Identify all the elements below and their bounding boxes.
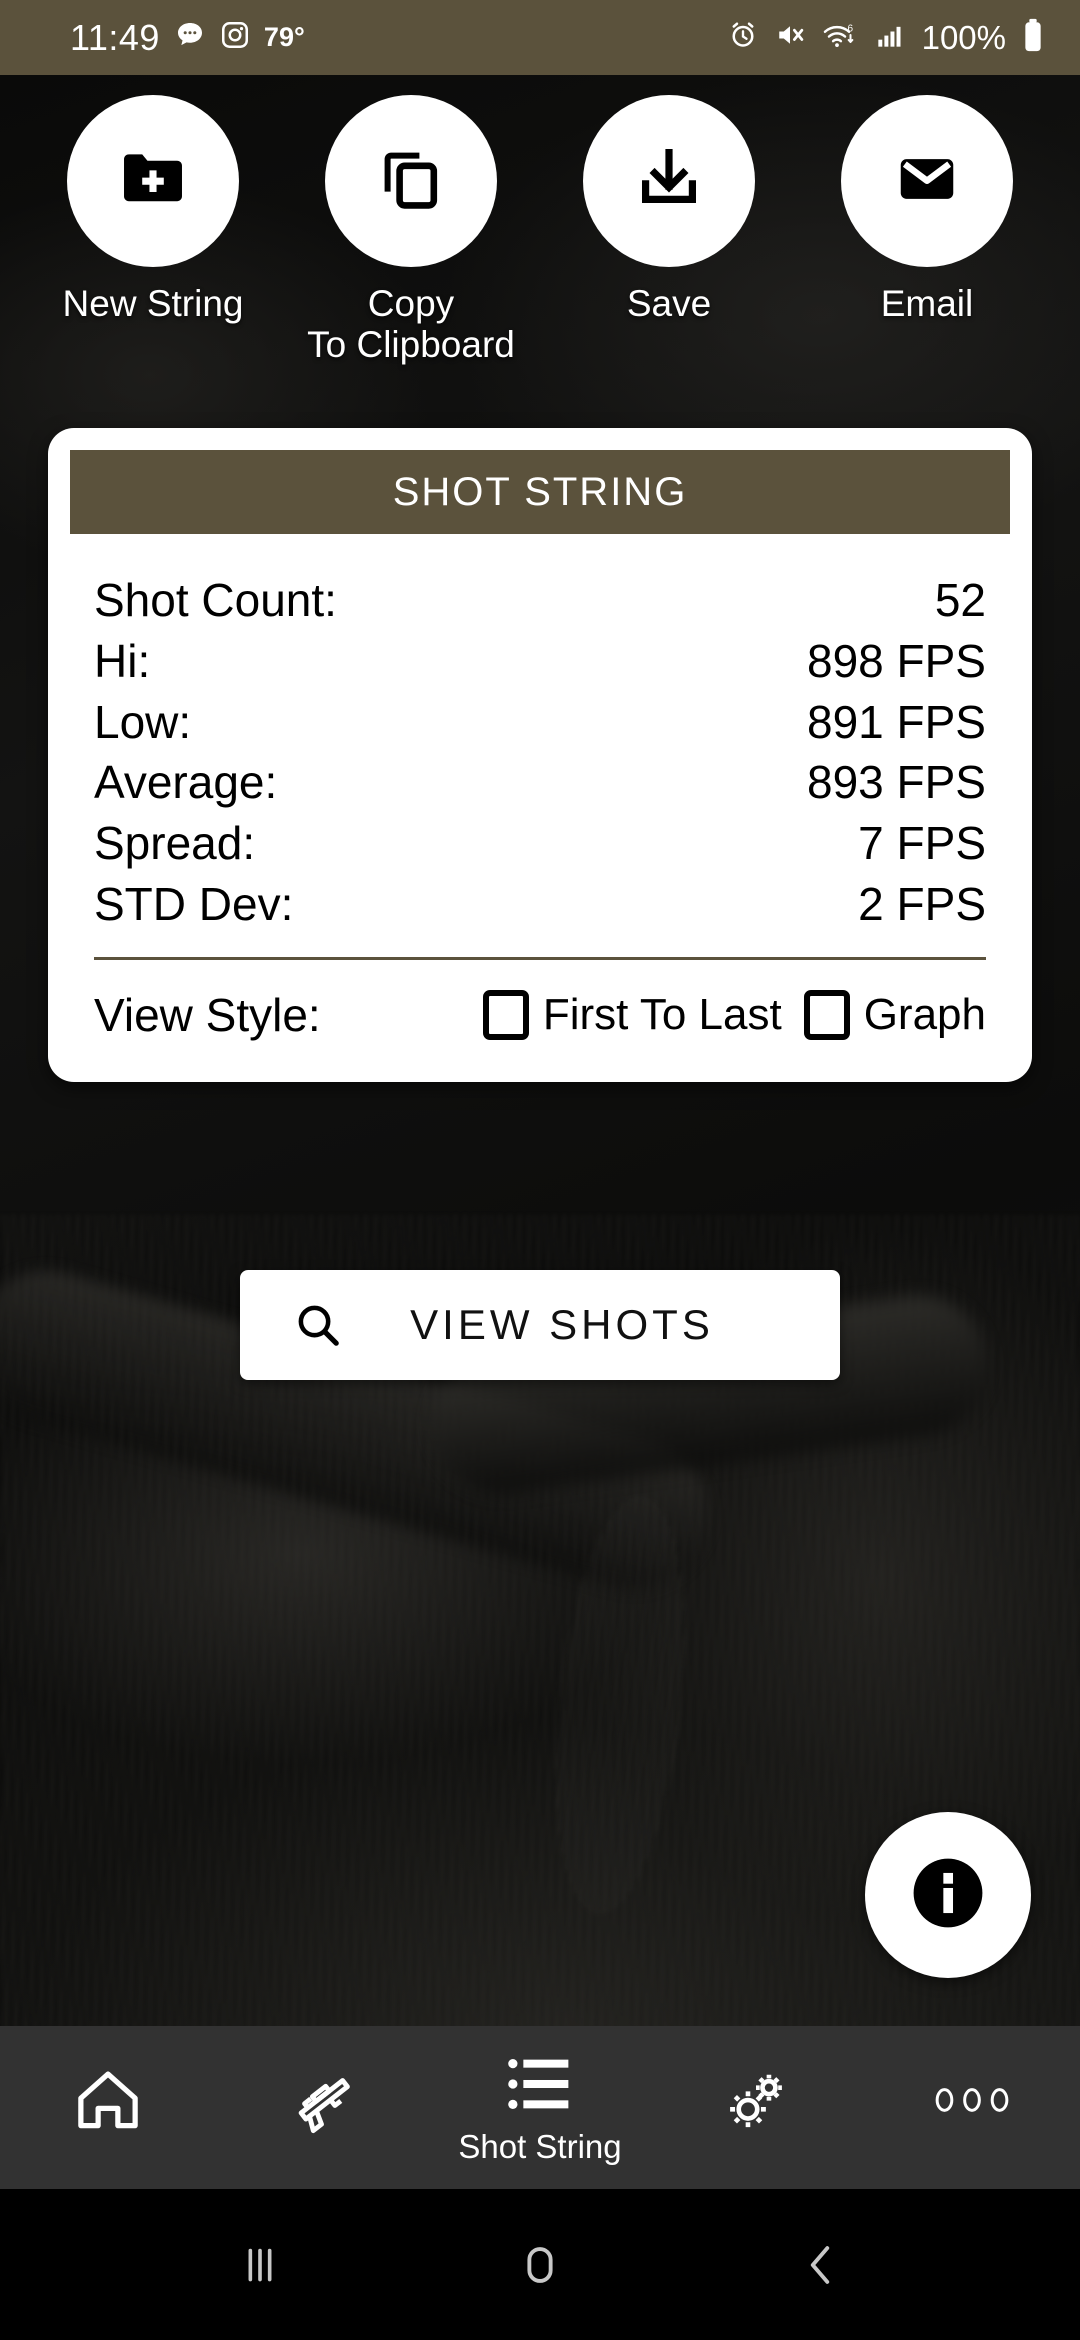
email-button-circle[interactable] bbox=[841, 95, 1013, 267]
view-style-row: View Style: First To Last Graph bbox=[70, 960, 1010, 1082]
first-to-last-checkbox[interactable] bbox=[482, 989, 529, 1040]
nav-item-settings[interactable] bbox=[648, 2026, 864, 2189]
shot-string-card: SHOT STRING Shot Count: 52 Hi: 898 FPS L… bbox=[48, 428, 1032, 1082]
view-style-option-graph[interactable]: Graph bbox=[803, 989, 986, 1040]
low-label: Low: bbox=[94, 695, 192, 748]
copy-icon bbox=[375, 143, 447, 220]
table-row: Average: 893 FPS bbox=[94, 752, 986, 813]
graph-label: Graph bbox=[863, 989, 986, 1039]
save-button-circle[interactable] bbox=[583, 95, 755, 267]
rifle-icon bbox=[285, 2061, 363, 2144]
low-value: 891 FPS bbox=[807, 695, 986, 748]
new-string-button-circle[interactable] bbox=[67, 95, 239, 267]
list-icon bbox=[503, 2053, 577, 2120]
gears-icon bbox=[719, 2063, 793, 2142]
new-string-button[interactable]: New String bbox=[38, 95, 268, 324]
nav-item-shot-string-label: Shot String bbox=[458, 2127, 622, 2165]
table-row: STD Dev: 2 FPS bbox=[94, 874, 986, 935]
info-icon bbox=[905, 1850, 991, 1941]
home-icon bbox=[71, 2063, 145, 2142]
action-button-row: New String Copy To Clipboard Save Email bbox=[0, 95, 1080, 366]
view-shots-label: VIEW SHOTS bbox=[410, 1301, 714, 1348]
email-button[interactable]: Email bbox=[812, 95, 1042, 324]
view-style-label: View Style: bbox=[94, 988, 321, 1041]
view-style-options: First To Last Graph bbox=[482, 989, 986, 1040]
bottom-navigation-bar: Shot String bbox=[0, 2026, 1080, 2189]
statistics-list: Shot Count: 52 Hi: 898 FPS Low: 891 FPS … bbox=[70, 534, 1010, 935]
status-bar-right: 6 100% bbox=[728, 18, 1044, 57]
card-title: SHOT STRING bbox=[392, 469, 688, 514]
spread-value: 7 FPS bbox=[858, 817, 986, 869]
nav-item-more[interactable] bbox=[864, 2026, 1080, 2189]
more-dots-icon bbox=[933, 2083, 1011, 2122]
new-string-label: New String bbox=[62, 283, 244, 324]
shot-count-value: 52 bbox=[934, 574, 986, 626]
first-to-last-label: First To Last bbox=[542, 989, 782, 1039]
spread-label: Spread: bbox=[94, 817, 256, 869]
card-header: SHOT STRING bbox=[70, 450, 1010, 534]
battery-percent: 100% bbox=[921, 18, 1006, 56]
save-button[interactable]: Save bbox=[554, 95, 784, 324]
battery-icon bbox=[1022, 18, 1044, 57]
status-time: 11:49 bbox=[70, 16, 160, 58]
recents-icon[interactable] bbox=[200, 2205, 320, 2325]
info-fab-button[interactable] bbox=[865, 1812, 1031, 1978]
graph-checkbox[interactable] bbox=[803, 989, 850, 1040]
hi-label: Hi: bbox=[94, 634, 151, 687]
copy-label-line2: To Clipboard bbox=[307, 324, 515, 366]
shot-count-label: Shot Count: bbox=[94, 574, 337, 626]
nav-item-home[interactable] bbox=[0, 2026, 216, 2189]
save-label: Save bbox=[626, 283, 712, 324]
chat-bubble-icon bbox=[174, 19, 206, 56]
email-label: Email bbox=[880, 283, 974, 324]
system-navigation-bar bbox=[0, 2189, 1080, 2340]
search-icon bbox=[292, 1299, 344, 1351]
download-save-icon bbox=[633, 143, 705, 220]
status-bar-left: 11:49 79° bbox=[70, 17, 305, 59]
std-dev-label: STD Dev: bbox=[94, 877, 294, 930]
view-style-option-first-to-last[interactable]: First To Last bbox=[482, 989, 782, 1040]
nav-item-shot-string[interactable]: Shot String bbox=[432, 2026, 648, 2189]
copy-label-line1: Copy bbox=[367, 283, 455, 324]
instagram-icon bbox=[220, 20, 250, 55]
view-shots-button[interactable]: VIEW SHOTS bbox=[240, 1270, 840, 1380]
table-row: Spread: 7 FPS bbox=[94, 813, 986, 874]
folder-plus-icon bbox=[116, 142, 190, 221]
status-temperature: 79° bbox=[263, 22, 305, 52]
average-value: 893 FPS bbox=[807, 756, 986, 809]
alarm-icon bbox=[728, 20, 758, 55]
background-photo bbox=[0, 75, 1080, 2115]
copy-to-clipboard-label: Copy To Clipboard bbox=[307, 283, 515, 366]
status-bar: 11:49 79° 6 100% bbox=[0, 0, 1080, 75]
copy-to-clipboard-button[interactable]: Copy To Clipboard bbox=[296, 95, 526, 366]
wifi-6-icon: 6 bbox=[822, 20, 858, 55]
std-dev-value: 2 FPS bbox=[858, 877, 986, 930]
mute-icon bbox=[774, 20, 806, 55]
hi-value: 898 FPS bbox=[807, 634, 986, 687]
table-row: Low: 891 FPS bbox=[94, 692, 986, 753]
average-label: Average: bbox=[94, 756, 278, 809]
table-row: Shot Count: 52 bbox=[94, 570, 986, 631]
app-screen: 11:49 79° 6 100% New String Copy To Clip… bbox=[0, 0, 1080, 2340]
table-row: Hi: 898 FPS bbox=[94, 631, 986, 692]
home-button-icon[interactable] bbox=[480, 2205, 600, 2325]
copy-to-clipboard-button-circle[interactable] bbox=[325, 95, 497, 267]
cellular-signal-icon bbox=[874, 21, 906, 54]
nav-item-rifle[interactable] bbox=[216, 2026, 432, 2189]
back-icon[interactable] bbox=[760, 2205, 880, 2325]
svg-text:6: 6 bbox=[847, 23, 853, 34]
envelope-icon bbox=[892, 144, 962, 219]
